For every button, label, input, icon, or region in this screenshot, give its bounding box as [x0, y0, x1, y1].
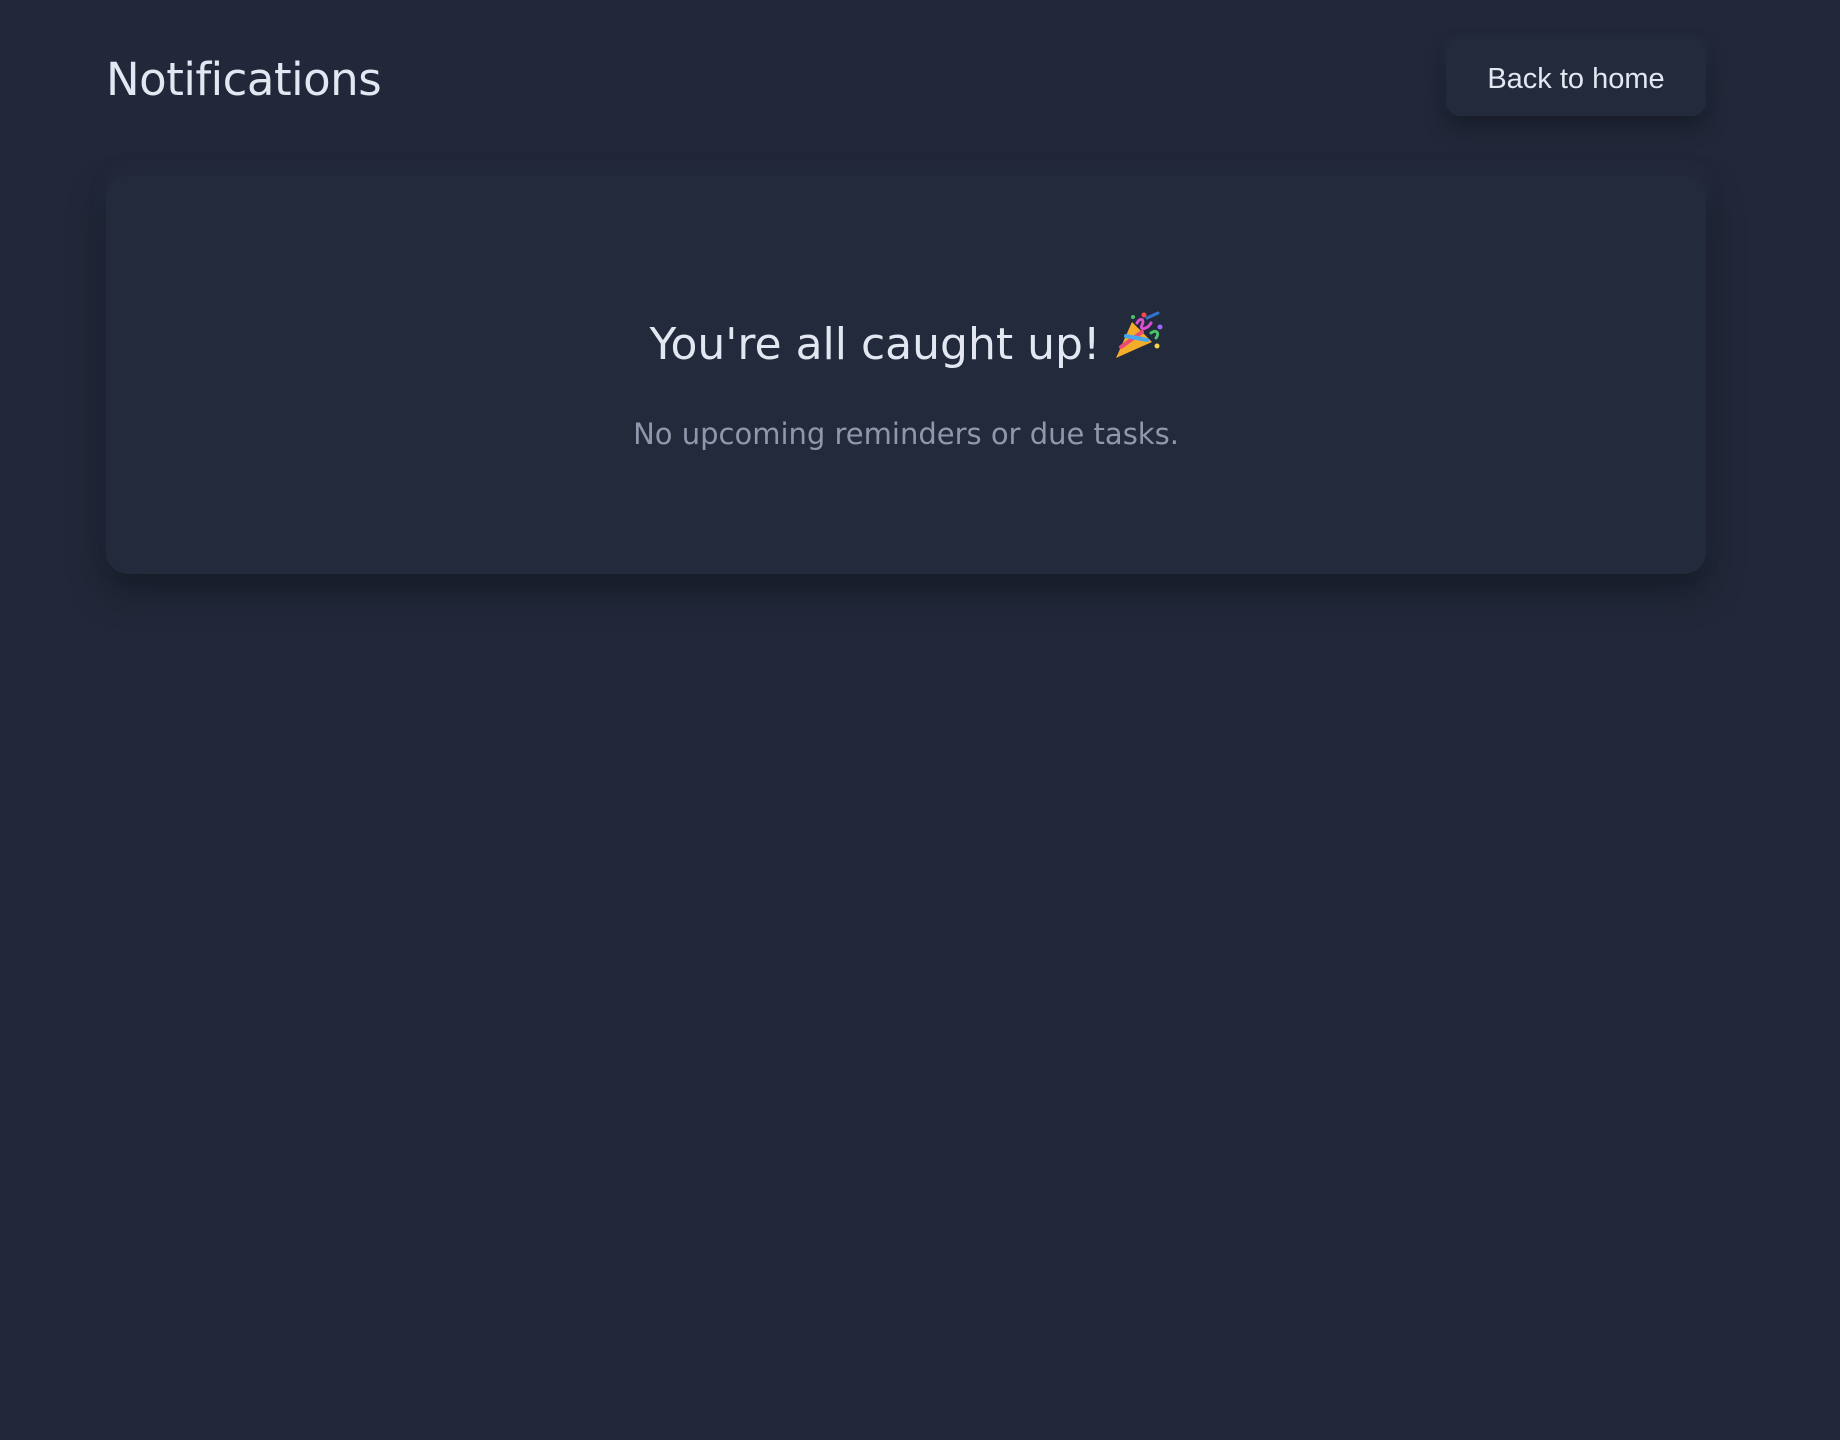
empty-state-title: You're all caught up! [649, 319, 1101, 370]
back-to-home-button[interactable]: Back to home [1446, 42, 1706, 116]
page-title: Notifications [106, 52, 382, 106]
party-popper-icon [1109, 311, 1163, 379]
empty-state-subtitle: No upcoming reminders or due tasks. [633, 417, 1179, 451]
page-header: Notifications Back to home [106, 42, 1706, 116]
notifications-card: You're all caught up! No upcoming remind… [106, 176, 1706, 574]
empty-state-heading: You're all caught up! [106, 311, 1706, 379]
